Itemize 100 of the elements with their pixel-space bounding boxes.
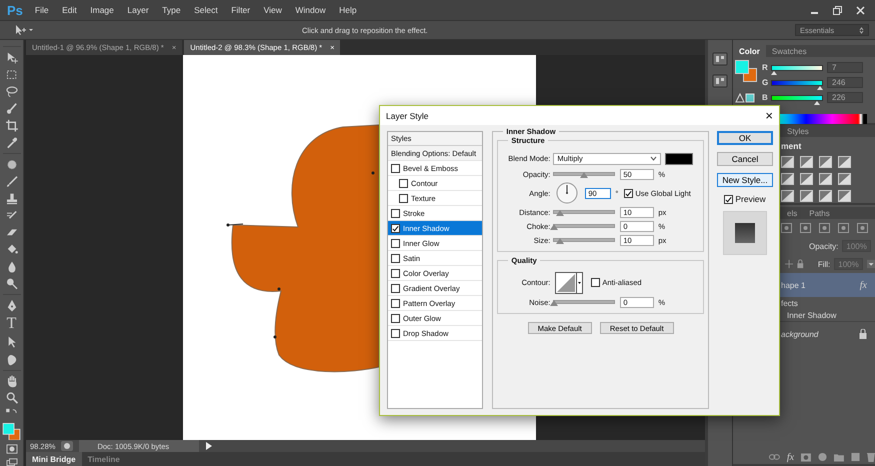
filter-icon[interactable]	[819, 223, 830, 233]
check-icon	[625, 190, 632, 196]
panel-tab[interactable]: Paths	[803, 207, 836, 219]
checkbox[interactable]	[399, 194, 408, 202]
menu-item[interactable]: Window	[295, 5, 326, 15]
filter-icon[interactable]	[857, 223, 868, 233]
checkbox[interactable]	[391, 268, 400, 278]
link-icon[interactable]	[769, 453, 780, 461]
slider-thumb[interactable]	[550, 300, 558, 306]
checkbox[interactable]	[391, 238, 400, 248]
adjustment-icon[interactable]	[781, 156, 794, 168]
lasso-icon[interactable]	[4, 84, 20, 98]
check-icon	[392, 224, 399, 232]
menu-item[interactable]: File	[34, 5, 49, 15]
move-lock-icon[interactable]	[785, 259, 794, 269]
chevron-icon	[859, 26, 864, 34]
angle-dial[interactable]	[556, 182, 578, 204]
swap-colors-icon[interactable]	[4, 408, 20, 415]
value-field[interactable]: 246	[827, 77, 863, 88]
filter-icon[interactable]	[781, 223, 792, 233]
adjustment-icon[interactable]	[818, 452, 827, 462]
close-icon[interactable]	[856, 6, 865, 14]
panel-icon[interactable]	[712, 74, 728, 88]
menu-item[interactable]: Type	[162, 5, 181, 15]
fx-label: fx	[860, 280, 867, 290]
menu-item[interactable]: View	[264, 5, 282, 15]
dialog-button[interactable]: OK	[717, 131, 773, 145]
panel-icon[interactable]	[712, 52, 728, 66]
checkbox[interactable]	[391, 284, 400, 292]
slider-thumb[interactable]	[580, 172, 588, 178]
adjustment-icon[interactable]	[800, 156, 813, 168]
slider-track[interactable]	[553, 300, 616, 304]
panel-tab[interactable]: Color	[733, 45, 766, 57]
checkbox[interactable]	[391, 328, 400, 338]
color-swatch[interactable]	[665, 152, 694, 164]
checkbox[interactable]	[391, 208, 400, 218]
adjustment-icon[interactable]	[819, 156, 832, 168]
checkbox[interactable]	[391, 254, 400, 262]
slider-thumb[interactable]	[556, 238, 564, 244]
color-swatches[interactable]	[735, 60, 759, 84]
slider-track[interactable]	[553, 210, 616, 214]
panel-tab[interactable]: Swatches	[766, 45, 813, 57]
restore-icon[interactable]	[833, 6, 842, 14]
dialog-button[interactable]: New Style...	[717, 173, 773, 187]
menu-item[interactable]: Select	[194, 5, 218, 15]
slider-thumb[interactable]	[556, 210, 564, 216]
layer-name: hape 1	[781, 280, 806, 290]
adjustment-icon[interactable]	[819, 173, 832, 185]
slider-track[interactable]	[553, 224, 616, 228]
play-icon[interactable]	[205, 441, 214, 451]
filter-icon[interactable]	[800, 223, 811, 233]
quick-mask-icon[interactable]	[4, 444, 18, 454]
checkbox[interactable]	[391, 298, 400, 308]
adjustment-icon[interactable]	[781, 190, 794, 202]
adjustment-icon[interactable]	[838, 173, 851, 185]
value-field[interactable]: 7	[827, 62, 863, 73]
checkbox[interactable]	[399, 178, 408, 188]
menu-item[interactable]: Edit	[62, 5, 77, 15]
checkbox[interactable]	[624, 188, 634, 198]
warning-icon[interactable]	[735, 92, 755, 102]
trash-icon[interactable]	[866, 452, 875, 462]
adjustment-icon[interactable]	[800, 173, 813, 185]
add-style-button[interactable]: fx	[786, 452, 794, 462]
checkbox[interactable]	[391, 164, 400, 172]
new-layer-icon[interactable]	[850, 452, 860, 462]
adjustment-icon[interactable]	[838, 156, 851, 168]
slider-thumb[interactable]	[550, 224, 558, 230]
preview-thumbnail	[723, 211, 767, 255]
menu-item[interactable]: Layer	[127, 5, 149, 15]
checkbox[interactable]	[391, 224, 400, 232]
color-swatches[interactable]	[1, 422, 22, 440]
close-button[interactable]: ×	[765, 110, 773, 122]
dialog-button[interactable]: Cancel	[717, 152, 773, 166]
filter-icon[interactable]	[838, 223, 849, 233]
menu-item[interactable]: Help	[339, 5, 357, 15]
adjustment-icon[interactable]	[800, 190, 813, 202]
screen-mode-icon[interactable]	[4, 458, 18, 466]
crop-icon[interactable]	[4, 118, 20, 132]
slider-track[interactable]	[553, 172, 616, 176]
adjustment-icon[interactable]	[838, 190, 851, 202]
menu-item[interactable]: Filter	[231, 5, 250, 15]
checkbox[interactable]	[391, 314, 400, 322]
type-tool[interactable]: T	[4, 316, 20, 332]
check-icon	[725, 196, 732, 202]
status-icon[interactable]	[61, 441, 74, 451]
color-spectrum[interactable]	[780, 114, 867, 124]
slider-track[interactable]	[553, 238, 616, 242]
panel-tab[interactable]: Mini Bridge	[26, 452, 82, 466]
contour-picker[interactable]	[555, 272, 584, 294]
menu-item[interactable]: Image	[90, 5, 114, 15]
adjustment-icon[interactable]	[819, 190, 832, 202]
value-field[interactable]: 226	[827, 92, 863, 103]
panel-tab[interactable]: els	[781, 207, 804, 219]
dropdown-icon[interactable]	[866, 259, 875, 269]
mask-icon[interactable]	[801, 452, 811, 462]
folder-icon[interactable]	[834, 452, 844, 462]
checkbox[interactable]	[724, 194, 734, 204]
lock-icon[interactable]	[797, 259, 804, 269]
adjustment-icon[interactable]	[781, 173, 794, 185]
checkbox[interactable]	[591, 278, 600, 287]
